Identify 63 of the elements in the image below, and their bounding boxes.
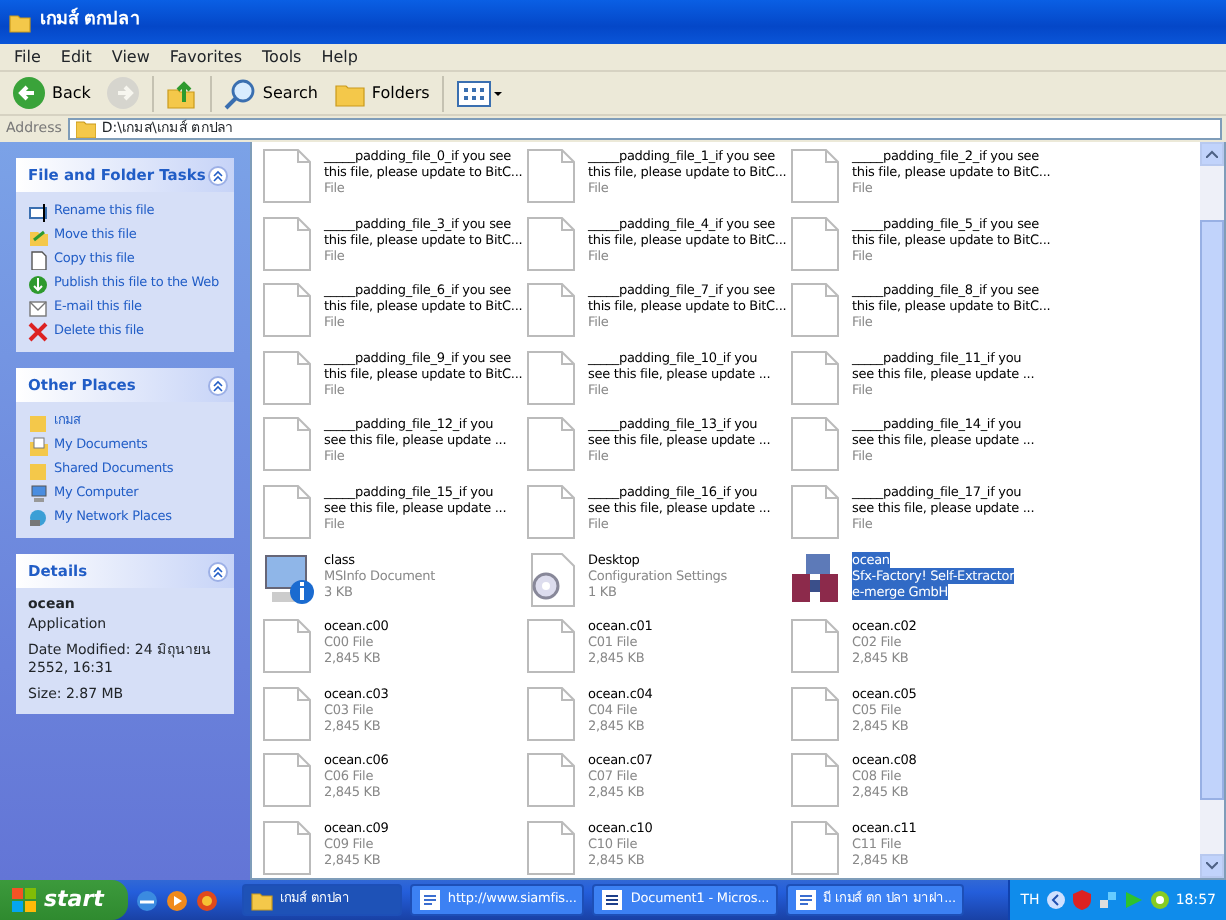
search-icon — [224, 77, 257, 109]
up-folder-icon — [166, 77, 199, 109]
page-icon — [790, 349, 842, 406]
page-icon — [262, 618, 314, 675]
page-icon — [526, 483, 578, 540]
page-icon — [790, 685, 842, 742]
page-icon — [28, 249, 48, 269]
page-icon — [262, 148, 314, 204]
page-icon — [526, 215, 578, 272]
player-icon[interactable] — [165, 889, 188, 911]
page-icon — [262, 282, 314, 339]
page-icon — [790, 215, 842, 272]
page-icon — [790, 483, 842, 540]
collapse-icon[interactable] — [208, 165, 228, 185]
page-icon — [790, 282, 842, 339]
start-button[interactable]: start — [0, 880, 128, 920]
views-icon — [455, 79, 504, 107]
page-icon — [262, 752, 314, 809]
page-icon — [790, 416, 842, 473]
installer-icon — [790, 551, 842, 608]
envelope-icon — [28, 297, 48, 317]
collapse-icon[interactable] — [208, 375, 228, 395]
document-icon — [600, 888, 625, 912]
network-icon[interactable] — [1097, 890, 1118, 910]
menu-item[interactable]: File — [4, 45, 51, 69]
page-icon — [526, 685, 578, 742]
page-icon — [790, 618, 842, 675]
menu-item[interactable]: Help — [311, 45, 368, 69]
menu-item[interactable]: Edit — [50, 45, 102, 69]
menu-item[interactable]: Favorites — [159, 45, 253, 69]
settings-file-icon — [526, 551, 578, 608]
circle-icon[interactable] — [1149, 890, 1170, 910]
page-icon — [526, 752, 578, 809]
folders-button[interactable]: Folders — [329, 73, 434, 113]
menu-item[interactable]: View — [101, 45, 160, 69]
scroll-up-button[interactable] — [1200, 142, 1224, 166]
page-icon — [793, 888, 818, 912]
page-icon — [526, 416, 578, 473]
window-title: เกมส์ ตกปลา — [40, 8, 141, 35]
computer-info-icon — [262, 551, 314, 608]
scroll-down-button[interactable] — [1200, 854, 1224, 878]
windows-logo-icon — [12, 888, 36, 912]
computer-icon — [28, 483, 48, 503]
page-icon — [790, 752, 842, 809]
page-icon — [526, 618, 578, 675]
scrollbar-thumb[interactable] — [1200, 220, 1224, 800]
page-icon — [417, 888, 442, 912]
page-icon — [526, 148, 578, 204]
collapse-icon[interactable] — [208, 561, 228, 581]
page-icon — [262, 349, 314, 406]
search-button[interactable]: Search — [220, 73, 322, 113]
move-icon — [28, 225, 48, 245]
page-icon — [262, 215, 314, 272]
page-icon — [526, 349, 578, 406]
page-icon — [262, 685, 314, 742]
page-icon — [262, 483, 314, 540]
rename-icon — [28, 201, 48, 221]
page-icon — [790, 148, 842, 204]
page-icon — [262, 416, 314, 473]
menu-item[interactable]: Tools — [252, 45, 312, 69]
page-icon — [526, 282, 578, 339]
back-button[interactable]: Back — [8, 73, 95, 113]
cross-icon — [28, 321, 48, 341]
